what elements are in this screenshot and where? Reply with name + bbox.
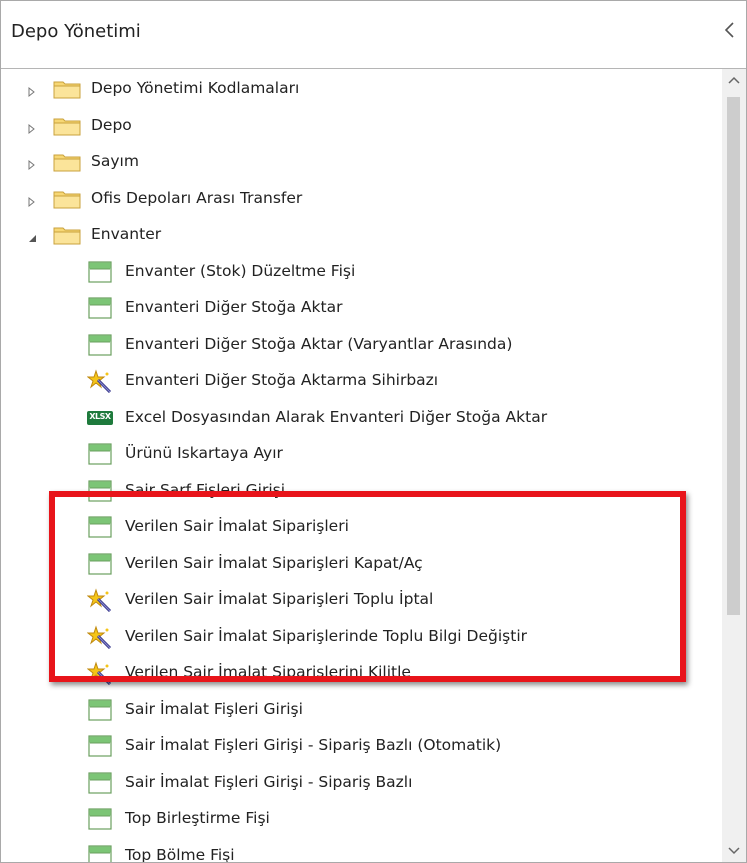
tree-item-label: Verilen Sair İmalat Siparişleri Kapat/Aç	[125, 553, 423, 572]
tree-folder-row[interactable]: Envanter	[1, 217, 721, 253]
scroll-up-icon[interactable]	[722, 69, 746, 93]
tree-folder-row[interactable]: Depo	[1, 108, 721, 144]
tree-item-label: Sair Sarf Fişleri Girişi	[125, 480, 286, 499]
tree-folder-label: Envanter	[91, 225, 162, 243]
form-icon	[87, 333, 113, 357]
tree-item-row[interactable]: Sair İmalat Fişleri Girişi	[1, 692, 721, 728]
wizard-icon	[86, 588, 113, 613]
tree-item-label: Top Bölme Fişi	[125, 845, 235, 863]
tree-folder-label: Ofis Depoları Arası Transfer	[91, 188, 303, 207]
tree-folder-row[interactable]: Sayım	[1, 144, 721, 180]
tree-item-label: Sair İmalat Fişleri Girişi	[125, 699, 303, 718]
tree-item-label: Envanter (Stok) Düzeltme Fişi	[125, 261, 356, 280]
tree-item-row[interactable]: Ürünü Iskartaya Ayır	[1, 436, 721, 472]
tree-item-row[interactable]: XLSX Excel Dosyasından Alarak Envanteri D…	[1, 400, 721, 436]
excel-icon-text: XLSX	[89, 411, 111, 421]
tree-item-row[interactable]: Verilen Sair İmalat Siparişlerini Kilitl…	[1, 655, 721, 691]
tree-item-label: Sair İmalat Fişleri Girişi - Sipariş Baz…	[125, 736, 502, 754]
expanded-arrow-icon[interactable]	[26, 229, 38, 242]
tree-item-label: Envanteri Diğer Stoğa Aktar	[125, 298, 343, 316]
tree-folder-row[interactable]: Ofis Depoları Arası Transfer	[1, 181, 721, 217]
tree-item-row[interactable]: Verilen Sair İmalat Siparişlerinde Toplu…	[1, 619, 721, 655]
tree-folder-row[interactable]: Depo Yönetimi Kodlamaları	[1, 71, 721, 107]
tree-item-row[interactable]: Envanteri Diğer Stoğa Aktar	[1, 290, 721, 326]
vertical-scrollbar[interactable]	[722, 69, 746, 862]
collapsed-arrow-icon[interactable]	[26, 156, 38, 171]
tree-item-label: Verilen Sair İmalat Siparişlerinde Toplu…	[125, 626, 527, 645]
tree-item-label: Verilen Sair İmalat Siparişleri Toplu İp…	[125, 590, 434, 608]
form-icon	[87, 734, 113, 758]
tree-item-label: Envanteri Diğer Stoğa Aktar (Varyantlar …	[125, 334, 513, 353]
excel-icon: XLSX	[87, 406, 113, 430]
folder-icon	[53, 79, 81, 99]
collapsed-arrow-icon[interactable]	[26, 83, 38, 98]
tree-item-label: Top Birleştirme Fişi	[125, 809, 270, 827]
tree-item-label: Verilen Sair İmalat Siparişlerini Kilitl…	[125, 663, 411, 681]
wizard-icon	[86, 369, 113, 394]
depo-yonetimi-panel: Depo Yönetimi Depo Yönetimi Kodlamaları D…	[0, 0, 747, 863]
tree-folder-label: Sayım	[91, 152, 139, 170]
tree-item-row[interactable]: Sair İmalat Fişleri Girişi - Sipariş Baz…	[1, 728, 721, 764]
tree-item-row[interactable]: Envanteri Diğer Stoğa Aktarma Sihirbazı	[1, 363, 721, 399]
chevron-left-icon[interactable]	[720, 18, 740, 42]
form-icon	[87, 771, 113, 795]
tree-item-label: Envanteri Diğer Stoğa Aktarma Sihirbazı	[125, 371, 439, 389]
wizard-icon	[86, 661, 113, 686]
form-icon	[87, 442, 113, 466]
folder-icon	[53, 116, 81, 136]
collapsed-arrow-icon[interactable]	[26, 193, 38, 207]
panel-header: Depo Yönetimi	[1, 1, 746, 69]
form-icon	[87, 260, 113, 284]
folder-icon	[53, 225, 81, 245]
form-icon	[87, 698, 113, 722]
tree-item-label: Verilen Sair İmalat Siparişleri	[125, 517, 349, 535]
form-icon	[87, 552, 113, 576]
tree-folder-label: Depo Yönetimi Kodlamaları	[91, 79, 300, 97]
tree-item-label: Ürünü Iskartaya Ayır	[125, 444, 283, 462]
tree-item-label: Sair İmalat Fişleri Girişi - Sipariş Baz…	[125, 772, 413, 791]
tree-item-row[interactable]: Sair Sarf Fişleri Girişi	[1, 473, 721, 509]
form-icon	[87, 479, 113, 503]
folder-icon	[53, 152, 81, 172]
tree-item-row[interactable]: Verilen Sair İmalat Siparişleri Kapat/Aç	[1, 546, 721, 582]
scrollbar-thumb[interactable]	[727, 97, 740, 615]
tree-item-row[interactable]: Top Birleştirme Fişi	[1, 801, 721, 837]
wizard-icon	[86, 624, 113, 649]
tree-item-row[interactable]: Top Bölme Fişi	[1, 838, 721, 863]
scroll-down-icon[interactable]	[722, 838, 746, 862]
tree-item-row[interactable]: Envanter (Stok) Düzeltme Fişi	[1, 254, 721, 290]
folder-icon	[53, 189, 81, 209]
form-icon	[87, 807, 113, 831]
form-icon	[87, 296, 113, 320]
panel-title: Depo Yönetimi	[11, 21, 141, 42]
tree-item-row[interactable]: Envanteri Diğer Stoğa Aktar (Varyantlar …	[1, 327, 721, 363]
tree-item-row[interactable]: Verilen Sair İmalat Siparişleri Toplu İp…	[1, 582, 721, 618]
tree-folder-label: Depo	[91, 115, 132, 134]
menu-tree: Depo Yönetimi Kodlamaları Depo Sayım Ofis D…	[1, 69, 721, 862]
tree-item-row[interactable]: Verilen Sair İmalat Siparişleri	[1, 509, 721, 545]
form-icon	[87, 515, 113, 539]
tree-item-label: Excel Dosyasından Alarak Envanteri Diğer…	[125, 407, 548, 426]
form-icon	[87, 844, 113, 862]
collapsed-arrow-icon[interactable]	[26, 120, 38, 134]
tree-item-row[interactable]: Sair İmalat Fişleri Girişi - Sipariş Baz…	[1, 765, 721, 801]
